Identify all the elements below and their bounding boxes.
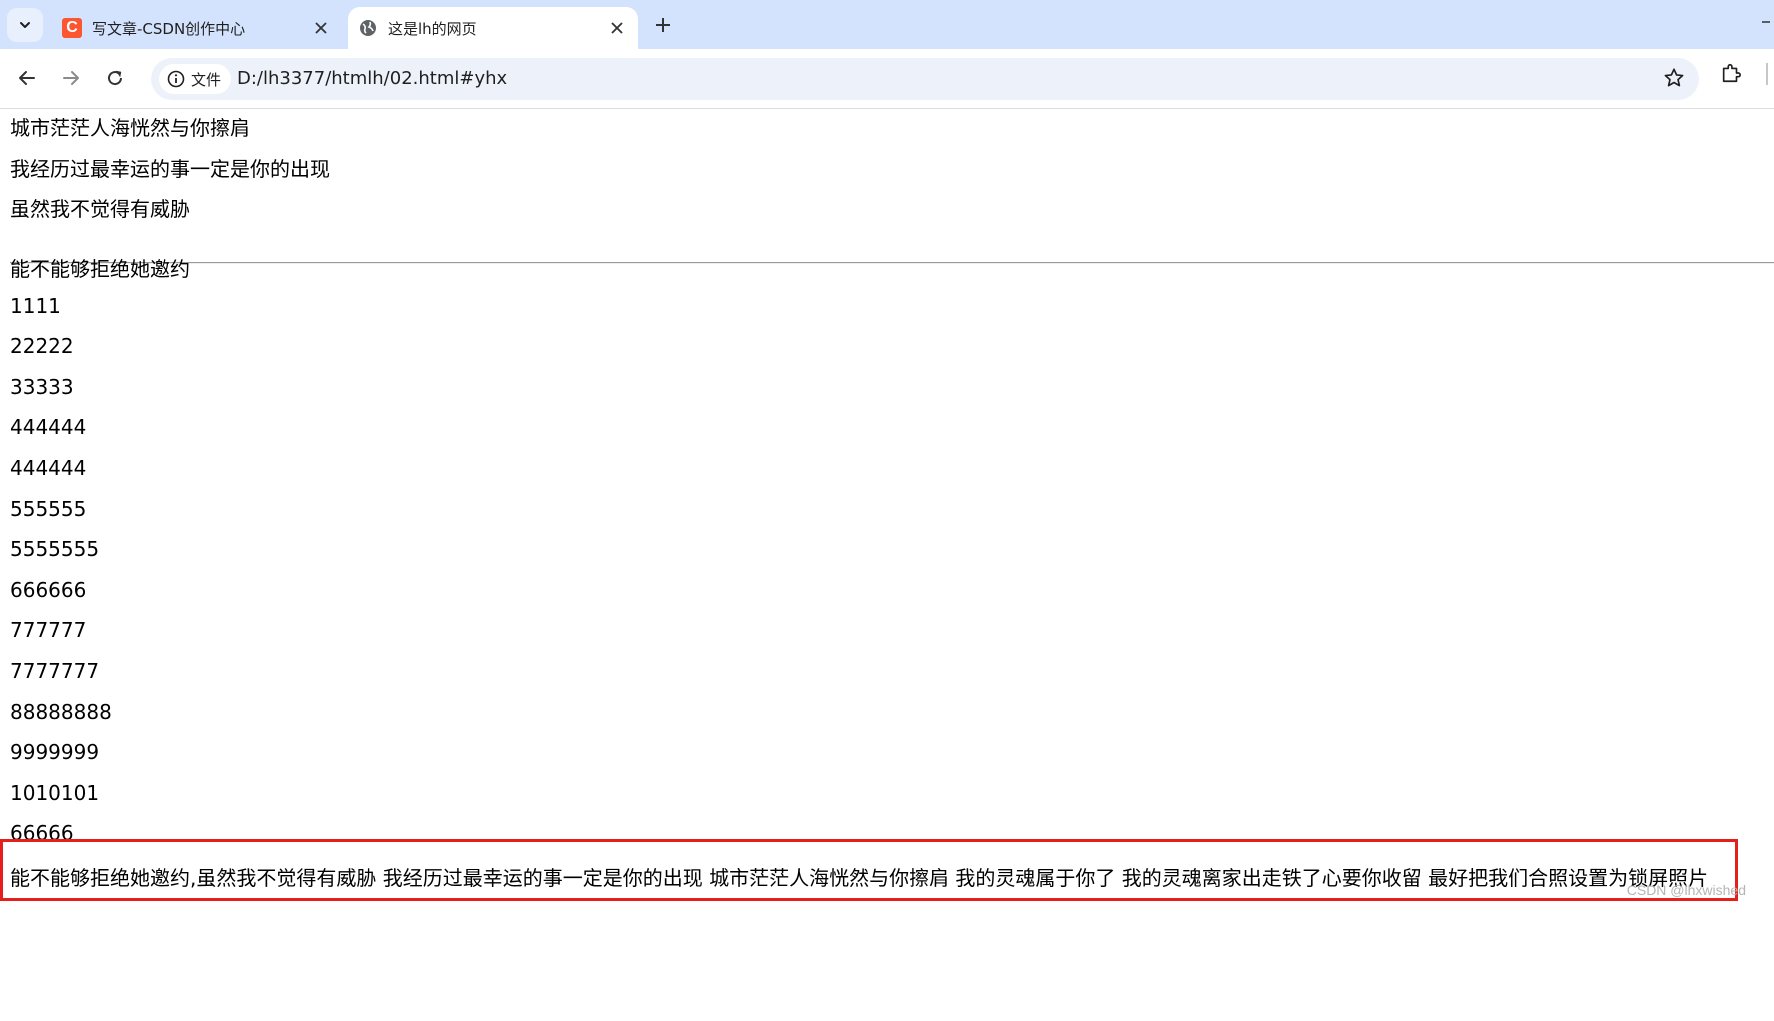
forward-button[interactable]	[54, 61, 88, 95]
site-info-button[interactable]: 文件	[159, 64, 232, 94]
text-line: 88888888	[10, 700, 112, 724]
text-line: 虽然我不觉得有威胁	[10, 197, 190, 221]
text-line: 我经历过最幸运的事一定是你的出现	[10, 157, 330, 181]
extensions-icon[interactable]	[1720, 62, 1742, 88]
tab-csdn-editor[interactable]: C 写文章-CSDN创作中心	[52, 7, 342, 49]
highlight-annotation-box	[0, 839, 1738, 901]
text-line: 城市茫茫人海恍然与你擦肩	[10, 116, 250, 140]
text-line: 能不能够拒绝她邀约	[10, 257, 190, 281]
tab-search-button[interactable]	[7, 8, 43, 42]
text-line: 33333	[10, 375, 74, 399]
tab-title: 这是lh的网页	[388, 19, 477, 38]
text-line: 666666	[10, 578, 87, 602]
new-tab-button[interactable]	[648, 10, 678, 40]
text-line: 444444	[10, 456, 87, 480]
text-line: 5555555	[10, 537, 100, 561]
tab-lh-webpage[interactable]: 这是lh的网页	[348, 7, 638, 49]
toolbar-divider	[1766, 63, 1768, 85]
url-text[interactable]: D:/lh3377/htmlh/02.html#yhx	[237, 58, 507, 100]
browser-window: C 写文章-CSDN创作中心 这是lh的网页 文件 D:/lh3377/html…	[0, 0, 1774, 1021]
tab-strip: C 写文章-CSDN创作中心 这是lh的网页	[0, 0, 1774, 49]
arrow-left-icon	[19, 71, 35, 85]
close-icon[interactable]	[606, 17, 628, 39]
close-icon[interactable]	[310, 17, 332, 39]
csdn-icon: C	[62, 18, 82, 38]
bookmark-star-icon[interactable]	[1663, 67, 1685, 93]
site-info-label: 文件	[191, 70, 222, 89]
minimize-icon[interactable]	[1762, 10, 1770, 31]
plus-icon	[656, 18, 670, 32]
back-button[interactable]	[10, 61, 44, 95]
text-line: 1010101	[10, 781, 100, 805]
text-line: 22222	[10, 334, 74, 358]
text-line: 444444	[10, 415, 87, 439]
text-line: 1111	[10, 294, 61, 318]
arrow-right-icon	[63, 71, 79, 85]
reload-button[interactable]	[98, 61, 132, 95]
text-line: 9999999	[10, 740, 100, 764]
horizontal-rule	[10, 262, 1774, 264]
info-icon	[167, 70, 185, 88]
tab-title: 写文章-CSDN创作中心	[92, 19, 246, 38]
toolbar: 文件 D:/lh3377/htmlh/02.html#yhx	[0, 49, 1774, 109]
chevron-down-icon	[20, 22, 30, 28]
text-line: 7777777	[10, 659, 100, 683]
text-line: 555555	[10, 497, 87, 521]
reload-icon	[108, 70, 123, 86]
text-line: 777777	[10, 618, 87, 642]
address-bar[interactable]: 文件 D:/lh3377/htmlh/02.html#yhx	[151, 58, 1699, 100]
globe-icon	[358, 18, 378, 38]
watermark: CSDN @lhxwished	[1626, 882, 1746, 898]
